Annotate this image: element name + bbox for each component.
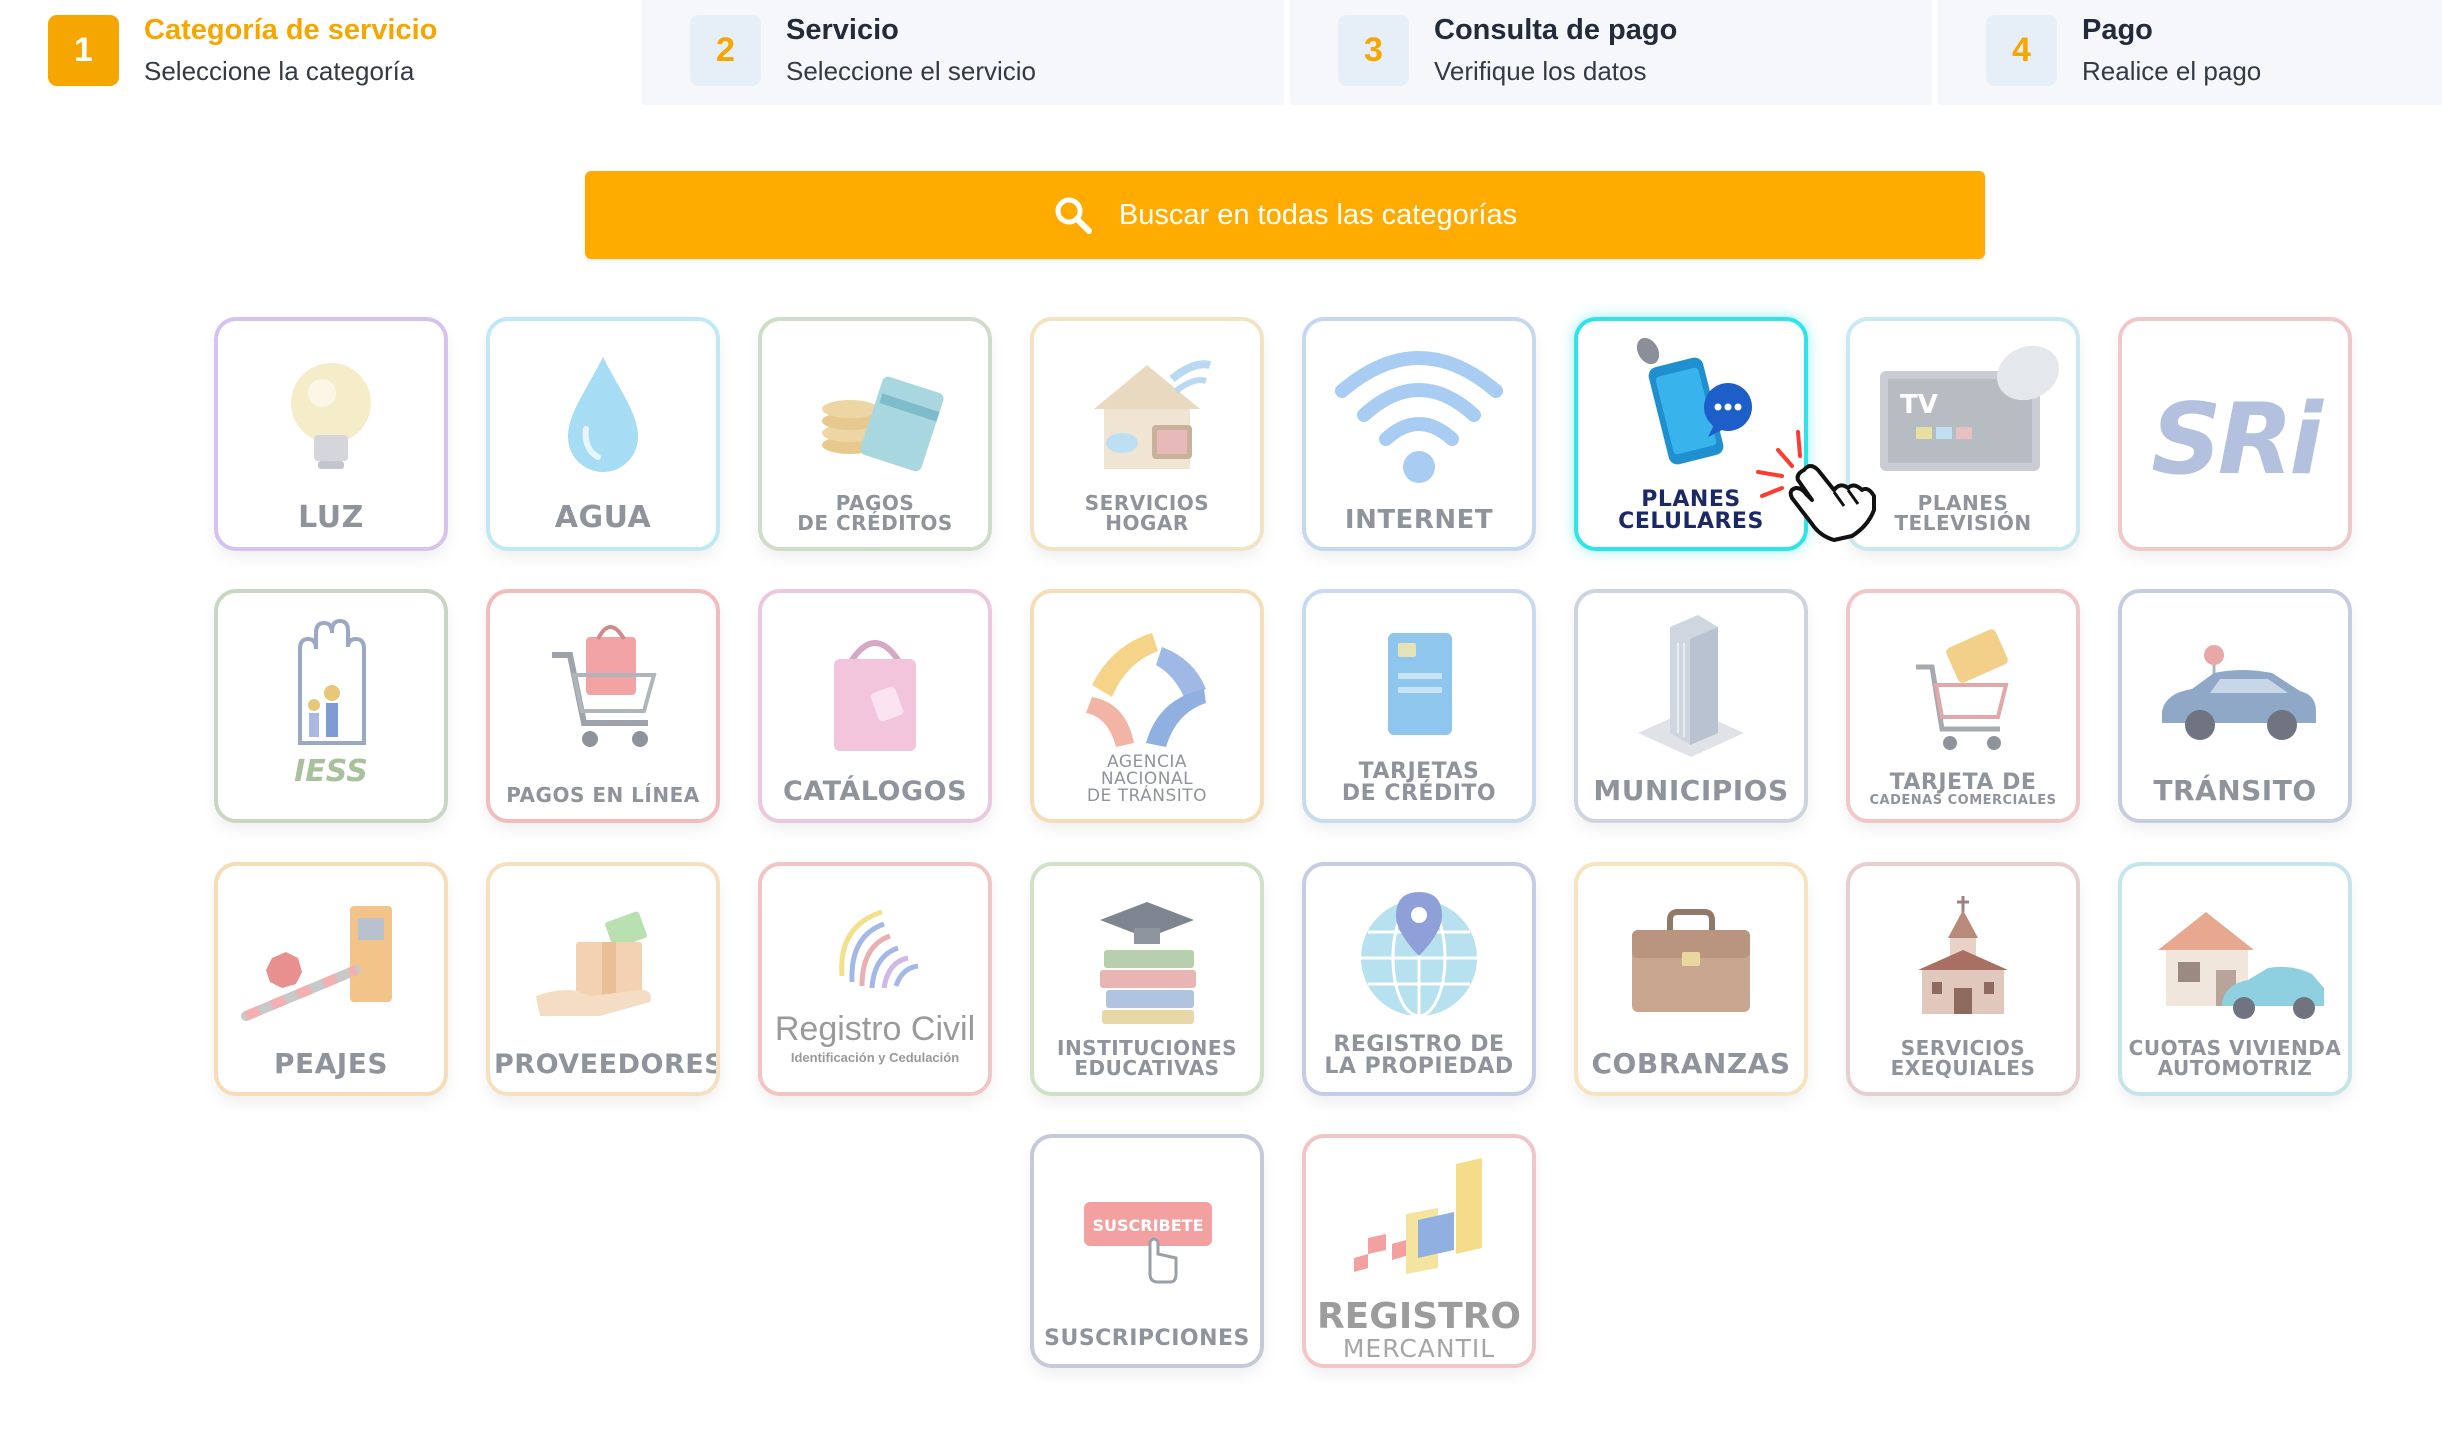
category-label: INSTITUCIONES EDUCATIVAS <box>1057 1036 1237 1080</box>
category-registro-mercantil[interactable]: REGISTRO MERCANTIL <box>1302 1134 1536 1368</box>
category-label: LUZ <box>298 500 364 535</box>
category-label: TARJETAS DE CRÉDITO <box>1341 759 1497 806</box>
category-registro-civil[interactable]: Registro Civil Identificación y Cedulaci… <box>758 862 992 1096</box>
category-servicios-hogar[interactable]: SERVICIOS HOGAR <box>1030 317 1264 551</box>
category-suscripciones[interactable]: SUSCRIBETE SUSCRIPCIONES <box>1030 1134 1264 1368</box>
category-planes-celulares[interactable]: PLANES CELULARES <box>1574 317 1808 551</box>
sri-logo-icon: SRi <box>2151 383 2323 497</box>
category-pagos-en-linea[interactable]: PAGOS EN LÍNEA <box>486 589 720 823</box>
category-cobranzas[interactable]: COBRANZAS <box>1574 862 1808 1096</box>
subscribe-badge-text: SUSCRIBETE <box>1092 1216 1203 1235</box>
category-municipios[interactable]: MUNICIPIOS <box>1574 589 1808 823</box>
svg-text:TV: TV <box>1900 390 1938 420</box>
category-pagos-creditos[interactable]: PAGOS DE CRÉDITOS <box>758 317 992 551</box>
category-label: MUNICIPIOS <box>1593 774 1789 807</box>
category-label: REGISTRO DE LA PROPIEDAD <box>1324 1032 1514 1079</box>
category-label: PROVEEDORES <box>494 1049 720 1080</box>
category-instituciones-educativas[interactable]: INSTITUCIONES EDUCATIVAS <box>1030 862 1264 1096</box>
category-label: INTERNET <box>1344 505 1494 535</box>
category-label: PAGOS DE CRÉDITOS <box>797 491 953 535</box>
category-label: TRÁNSITO <box>2153 774 2317 807</box>
category-label: CATÁLOGOS <box>782 776 968 807</box>
category-label: COBRANZAS <box>1591 1047 1791 1080</box>
registro-mercantil-logo-text: REGISTRO <box>1316 1296 1522 1337</box>
category-luz[interactable]: LUZ <box>214 317 448 551</box>
category-grid: LUZ AGUA PAGOS DE CRÉDITOS SERVICIOS HOG… <box>0 0 2442 1440</box>
category-label: CUOTAS VIVIENDA AUTOMOTRIZ <box>2128 1036 2342 1080</box>
category-internet[interactable]: INTERNET <box>1302 317 1536 551</box>
category-iess[interactable]: IESS <box>214 589 448 823</box>
category-label: AGENCIA NACIONAL DE TRÁNSITO <box>1086 752 1208 806</box>
category-label: PLANES CELULARES <box>1618 487 1764 534</box>
category-catalogos[interactable]: CATÁLOGOS <box>758 589 992 823</box>
category-label: SERVICIOS EXEQUIALES <box>1890 1036 2036 1080</box>
category-label: TARJETA DE CADENAS COMERCIALES <box>1869 770 2057 808</box>
category-registro-propiedad[interactable]: REGISTRO DE LA PROPIEDAD <box>1302 862 1536 1096</box>
iess-logo-text: IESS <box>294 754 368 789</box>
category-transito[interactable]: TRÁNSITO <box>2118 589 2352 823</box>
registro-civil-logo-text: Registro Civil <box>774 1010 976 1048</box>
category-label: PEAJES <box>273 1047 389 1080</box>
category-agencia-transito[interactable]: AGENCIA NACIONAL DE TRÁNSITO <box>1030 589 1264 823</box>
category-label: AGUA <box>554 500 652 535</box>
registro-mercantil-logo-subtext: MERCANTIL <box>1342 1334 1496 1363</box>
category-label: SUSCRIPCIONES <box>1044 1326 1250 1351</box>
category-cuotas-vivienda-automotriz[interactable]: CUOTAS VIVIENDA AUTOMOTRIZ <box>2118 862 2352 1096</box>
category-label: PLANES TELEVISIÓN <box>1894 491 2032 535</box>
category-planes-television[interactable]: TV PLANES TELEVISIÓN <box>1846 317 2080 551</box>
category-proveedores[interactable]: PROVEEDORES <box>486 862 720 1096</box>
category-peajes[interactable]: PEAJES <box>214 862 448 1096</box>
registro-civil-logo-subtext: Identificación y Cedulación <box>790 1050 960 1065</box>
category-tarjeta-cadenas[interactable]: TARJETA DE CADENAS COMERCIALES <box>1846 589 2080 823</box>
category-label: SERVICIOS HOGAR <box>1084 491 1210 535</box>
category-sri[interactable]: SRi <box>2118 317 2352 551</box>
category-agua[interactable]: AGUA <box>486 317 720 551</box>
category-tarjetas-credito[interactable]: TARJETAS DE CRÉDITO <box>1302 589 1536 823</box>
category-label: PAGOS EN LÍNEA <box>506 783 700 807</box>
iess-logo-icon: IESS <box>294 618 368 789</box>
category-servicios-exequiales[interactable]: SERVICIOS EXEQUIALES <box>1846 862 2080 1096</box>
